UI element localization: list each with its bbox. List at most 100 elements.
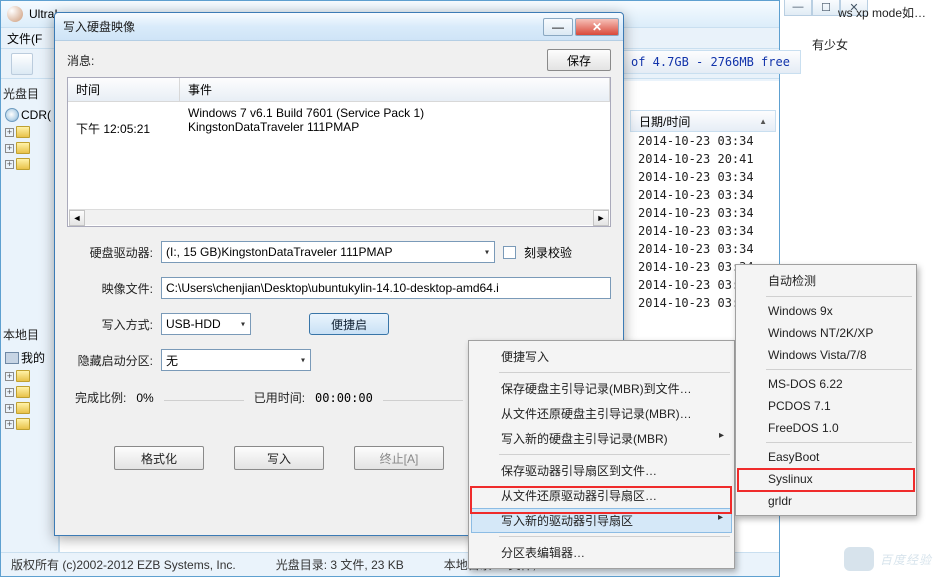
watermark-icon	[844, 547, 874, 571]
tree-item[interactable]: +	[1, 124, 58, 140]
scroll-up-icon[interactable]: ▲	[759, 117, 767, 126]
menu-item[interactable]: PCDOS 7.1	[738, 395, 914, 417]
log-row[interactable]: Windows 7 v6.1 Build 7601 (Service Pack …	[68, 106, 610, 120]
date-row[interactable]: 2014-10-23 20:41	[630, 150, 776, 168]
space-bar: of 4.7GB - 2766MB free	[620, 50, 801, 74]
elapsed-value: 00:00:00	[315, 391, 373, 405]
folder-icon	[16, 158, 30, 170]
tree-item[interactable]: +	[1, 156, 58, 172]
menu-item[interactable]: grldr	[738, 490, 914, 512]
tree-expander-icon[interactable]: +	[5, 144, 14, 153]
format-button[interactable]: 格式化	[114, 446, 204, 470]
abort-button: 终止[A]	[354, 446, 444, 470]
tree-expander-icon[interactable]: +	[5, 372, 14, 381]
maximize-button[interactable]: ☐	[812, 0, 840, 16]
scroll-right-icon[interactable]: ►	[593, 210, 609, 226]
tree-expander-icon[interactable]: +	[5, 404, 14, 413]
menu-item[interactable]: FreeDOS 1.0	[738, 417, 914, 439]
col-time[interactable]: 时间	[68, 78, 180, 101]
tree-item-cd[interactable]: CDR(	[1, 106, 58, 124]
tree-item[interactable]: +	[1, 384, 58, 400]
image-path-input[interactable]: C:\Users\chenjian\Desktop\ubuntukylin-14…	[161, 277, 611, 299]
dialog-title: 写入硬盘映像	[63, 18, 541, 35]
boot-sector-submenu[interactable]: 自动检测 Windows 9xWindows NT/2K/XPWindows Vi…	[735, 264, 917, 516]
done-value: 0%	[136, 391, 153, 405]
minimize-button[interactable]: —	[784, 0, 812, 16]
folder-icon	[16, 402, 30, 414]
menu-item[interactable]: MS-DOS 6.22	[738, 373, 914, 395]
hidden-partition-select[interactable]: 无	[161, 349, 311, 371]
write-button[interactable]: 写入	[234, 446, 324, 470]
tree-expander-icon[interactable]: +	[5, 388, 14, 397]
elapsed-label: 已用时间:	[254, 389, 305, 406]
verify-label: 刻录校验	[524, 244, 572, 261]
scroll-left-icon[interactable]: ◄	[69, 210, 85, 226]
minimize-button[interactable]: —	[543, 18, 573, 36]
menu-item[interactable]: 自动检测	[738, 268, 914, 293]
tree-expander-icon[interactable]: +	[5, 160, 14, 169]
menu-item[interactable]: EasyBoot	[738, 446, 914, 468]
image-label: 映像文件:	[67, 280, 153, 297]
tree-item[interactable]: +	[1, 140, 58, 156]
tree-item-pc[interactable]: 我的	[1, 347, 58, 368]
menu-item[interactable]: 保存驱动器引导扇区到文件…	[471, 458, 732, 483]
method-label: 写入方式:	[67, 316, 153, 333]
toolbar-button[interactable]	[11, 53, 33, 75]
menu-item[interactable]: Windows NT/2K/XP	[738, 322, 914, 344]
verify-checkbox[interactable]	[503, 246, 516, 259]
pc-icon	[5, 352, 19, 364]
menu-item[interactable]: 保存硬盘主引导记录(MBR)到文件…	[471, 376, 732, 401]
folder-icon	[16, 386, 30, 398]
separator	[766, 369, 912, 370]
menu-item[interactable]: 写入新的驱动器引导扇区	[471, 508, 732, 533]
date-row[interactable]: 2014-10-23 03:34	[630, 204, 776, 222]
close-button[interactable]: ✕	[575, 18, 619, 36]
menu-item[interactable]: 便捷写入	[471, 344, 732, 369]
menu-item[interactable]: 从文件还原驱动器引导扇区…	[471, 483, 732, 508]
watermark: 百度经验	[844, 547, 932, 571]
hidden-label: 隐藏启动分区:	[67, 352, 153, 369]
col-event[interactable]: 事件	[180, 78, 610, 101]
date-header[interactable]: 日期/时间 ▲	[630, 110, 776, 132]
log-table: 时间 事件 Windows 7 v6.1 Build 7601 (Service…	[67, 77, 611, 227]
menu-file[interactable]: 文件(F	[7, 30, 42, 47]
tree-item[interactable]: +	[1, 368, 58, 384]
date-row[interactable]: 2014-10-23 03:34	[630, 132, 776, 150]
separator	[499, 536, 730, 537]
message-label: 消息:	[67, 52, 94, 69]
write-method-select[interactable]: USB-HDD	[161, 313, 251, 335]
tree-expander-icon[interactable]: +	[5, 128, 14, 137]
quick-start-button[interactable]: 便捷启	[309, 313, 389, 335]
cd-icon	[5, 108, 19, 122]
tree-expander-icon[interactable]: +	[5, 420, 14, 429]
date-row[interactable]: 2014-10-23 03:34	[630, 222, 776, 240]
menu-item[interactable]: 从文件还原硬盘主引导记录(MBR)…	[471, 401, 732, 426]
h-scrollbar[interactable]: ◄ ►	[69, 209, 609, 225]
save-button[interactable]: 保存	[547, 49, 611, 71]
tree-item[interactable]: +	[1, 400, 58, 416]
folder-icon	[16, 142, 30, 154]
left-label-cd: 光盘目	[1, 81, 58, 106]
tree-item[interactable]: +	[1, 416, 58, 432]
quick-start-menu[interactable]: 便捷写入保存硬盘主引导记录(MBR)到文件…从文件还原硬盘主引导记录(MBR)……	[468, 340, 735, 569]
bg-text-2: 有少女	[812, 36, 848, 53]
drive-select[interactable]: (I:, 15 GB)KingstonDataTraveler 111PMAP	[161, 241, 495, 263]
status-cd: 光盘目录: 3 文件, 23 KB	[276, 556, 404, 573]
menu-item[interactable]: Windows 9x	[738, 300, 914, 322]
menu-item[interactable]: 分区表编辑器…	[471, 540, 732, 565]
date-row[interactable]: 2014-10-23 03:34	[630, 186, 776, 204]
separator	[499, 372, 730, 373]
folder-icon	[16, 418, 30, 430]
menu-item[interactable]: Syslinux	[738, 468, 914, 490]
done-label: 完成比例:	[75, 389, 126, 406]
menu-item[interactable]: Windows Vista/7/8	[738, 344, 914, 366]
drive-label: 硬盘驱动器:	[67, 244, 153, 261]
log-row[interactable]: 下午 12:05:21KingstonDataTraveler 111PMAP	[68, 120, 610, 137]
date-row[interactable]: 2014-10-23 03:34	[630, 168, 776, 186]
status-copyright: 版权所有 (c)2002-2012 EZB Systems, Inc.	[11, 556, 236, 573]
app-icon	[7, 6, 23, 22]
dialog-titlebar[interactable]: 写入硬盘映像 — ✕	[55, 13, 623, 41]
menu-item[interactable]: 写入新的硬盘主引导记录(MBR)	[471, 426, 732, 451]
date-row[interactable]: 2014-10-23 03:34	[630, 240, 776, 258]
progress-track	[164, 395, 244, 401]
